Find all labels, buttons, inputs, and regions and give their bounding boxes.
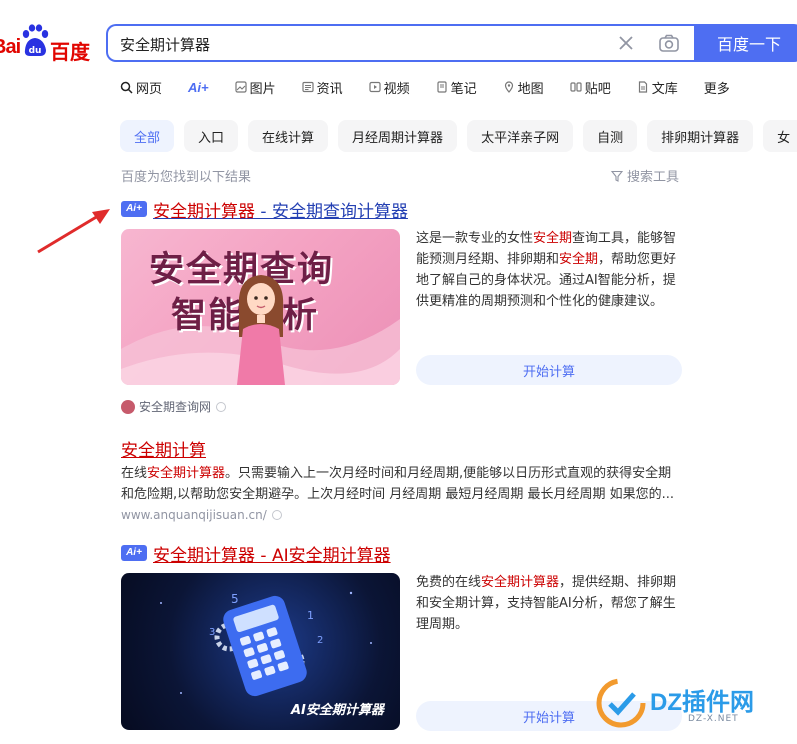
desc-text: 这是一款专业的女性 bbox=[416, 231, 534, 246]
chip-entry[interactable]: 入口 bbox=[184, 120, 239, 152]
start-calc-button-1[interactable]: 开始计算 bbox=[416, 355, 682, 385]
result-3-description: 免费的在线安全期计算器，提供经期、排卵期和安全期计算，支持智能AI分析，帮您了解… bbox=[416, 572, 682, 635]
dz-logo-icon bbox=[596, 678, 646, 728]
search-box[interactable]: 安全期计算器 bbox=[106, 24, 694, 62]
result-3-title-keyword: 安全期计算器 bbox=[153, 545, 255, 566]
results-count-text: 百度为您找到以下结果 bbox=[121, 170, 252, 185]
search-button[interactable]: 百度一下 bbox=[694, 24, 797, 62]
result-3-title-row: Ai+ 安全期计算器 - AI安全期计算器 bbox=[121, 541, 391, 566]
note-icon bbox=[437, 81, 447, 93]
search-tabs: 网页 Ai+ 图片 资讯 视频 笔记 地图 贴吧 文库 更多 bbox=[120, 77, 756, 97]
desc-text: 免费的在线 bbox=[416, 575, 482, 590]
tab-video[interactable]: 视频 bbox=[369, 77, 410, 97]
doc-icon bbox=[638, 81, 647, 93]
desc-keyword: 安全期计算器 bbox=[147, 466, 226, 481]
thumbnail-caption: AI安全期计算器 bbox=[291, 703, 384, 718]
tab-label: 视频 bbox=[383, 81, 410, 97]
verified-icon bbox=[271, 510, 282, 520]
clear-icon[interactable] bbox=[616, 33, 636, 53]
chip-pconline[interactable]: 太平洋亲子网 bbox=[467, 120, 574, 152]
chip-online-calc[interactable]: 在线计算 bbox=[248, 120, 329, 152]
svg-text:5: 5 bbox=[231, 592, 239, 606]
logo-text-left: Bai bbox=[0, 36, 21, 58]
tab-map[interactable]: 地图 bbox=[503, 77, 544, 97]
paw-icon: du bbox=[22, 24, 49, 56]
svg-text:1: 1 bbox=[307, 609, 314, 622]
tab-web[interactable]: 网页 bbox=[120, 77, 162, 97]
result-url: www.anquanqijisuan.cn/ bbox=[121, 508, 267, 522]
tab-ai[interactable]: Ai+ bbox=[188, 77, 209, 97]
chip-all[interactable]: 全部 bbox=[120, 120, 175, 152]
desc-keyword: 安全期 bbox=[559, 252, 599, 267]
image-icon bbox=[235, 81, 247, 93]
tab-label: 更多 bbox=[703, 81, 730, 97]
svg-text:du: du bbox=[29, 46, 42, 56]
girl-illustration-icon bbox=[237, 275, 285, 385]
result-2-title[interactable]: 安全期计算 bbox=[121, 436, 206, 461]
baidu-logo[interactable]: Bai du 百度 bbox=[0, 24, 102, 64]
tab-notes[interactable]: 笔记 bbox=[436, 77, 477, 97]
tab-label: 贴吧 bbox=[584, 81, 611, 97]
result-2-url[interactable]: www.anquanqijisuan.cn/ bbox=[121, 508, 282, 522]
ai-badge: Ai+ bbox=[121, 201, 147, 217]
ai-badge: Ai+ bbox=[121, 545, 147, 561]
filter-icon bbox=[611, 170, 623, 182]
tab-label: 图片 bbox=[249, 81, 276, 97]
result-1-thumbnail[interactable]: 安全期查询 智能分析 bbox=[121, 229, 400, 385]
tab-label: 笔记 bbox=[450, 81, 477, 97]
watermark-title: DZ插件网 bbox=[650, 689, 754, 716]
search-tools-button[interactable]: 搜索工具 bbox=[611, 166, 679, 185]
desc-text: 在线 bbox=[121, 466, 148, 481]
result-3-thumbnail[interactable]: 5 3 1 2 AI安全期计算器 bbox=[121, 573, 400, 730]
video-icon bbox=[369, 81, 381, 93]
tab-images[interactable]: 图片 bbox=[235, 77, 276, 97]
tieba-icon bbox=[570, 82, 582, 92]
result-3-title-rest: - AI安全期计算器 bbox=[255, 545, 391, 566]
result-1-source[interactable]: 安全期查询网 bbox=[121, 398, 227, 415]
tab-label: 资讯 bbox=[316, 81, 343, 97]
search-tools-label: 搜索工具 bbox=[627, 170, 680, 185]
tab-label: 网页 bbox=[136, 81, 163, 97]
tab-label: 文库 bbox=[651, 81, 678, 97]
result-1-description: 这是一款专业的女性安全期查询工具，能够智能预测月经期、排卵期和安全期，帮助您更好… bbox=[416, 228, 682, 312]
tab-tieba[interactable]: 贴吧 bbox=[570, 77, 611, 97]
result-1-title-rest: - 安全期查询计算器 bbox=[255, 201, 408, 222]
tab-wenku[interactable]: 文库 bbox=[637, 77, 678, 97]
news-icon bbox=[302, 81, 314, 93]
dz-watermark: DZ插件网 DZ-X.NET bbox=[590, 672, 797, 744]
chip-self-test[interactable]: 自测 bbox=[583, 120, 638, 152]
result-3-title[interactable]: 安全期计算器 - AI安全期计算器 bbox=[153, 541, 391, 566]
logo-text-right: 百度 bbox=[50, 40, 90, 64]
camera-icon[interactable] bbox=[658, 33, 680, 53]
result-1-title-keyword: 安全期计算器 bbox=[153, 201, 255, 222]
arrow-annotation-icon bbox=[37, 209, 110, 254]
tab-label: 地图 bbox=[517, 81, 544, 97]
chip-period-calc[interactable]: 月经周期计算器 bbox=[338, 120, 458, 152]
result-1-title[interactable]: 安全期计算器 - 安全期查询计算器 bbox=[153, 197, 408, 222]
map-icon bbox=[504, 81, 513, 93]
search-input[interactable]: 安全期计算器 bbox=[120, 34, 210, 55]
svg-text:3: 3 bbox=[209, 627, 215, 638]
source-name: 安全期查询网 bbox=[139, 400, 212, 414]
result-2-description: 在线安全期计算器。只需要输入上一次月经时间和月经周期,便能够以日历形式直观的获得… bbox=[121, 463, 681, 505]
desc-keyword: 安全期计算器 bbox=[481, 575, 560, 590]
ai-icon: Ai+ bbox=[188, 79, 209, 95]
filter-chips: 全部 入口 在线计算 月经周期计算器 太平洋亲子网 自测 排卵期计算器 女 bbox=[120, 120, 797, 152]
source-avatar bbox=[121, 399, 135, 414]
watermark-subtitle: DZ-X.NET bbox=[688, 714, 739, 724]
chip-female[interactable]: 女 bbox=[763, 120, 797, 152]
desc-keyword: 安全期 bbox=[533, 231, 573, 246]
verified-icon bbox=[216, 401, 227, 412]
result-1-title-row: Ai+ 安全期计算器 - 安全期查询计算器 bbox=[121, 197, 408, 222]
tab-news[interactable]: 资讯 bbox=[302, 77, 343, 97]
search-icon bbox=[120, 81, 133, 94]
chip-ovulation-calc[interactable]: 排卵期计算器 bbox=[647, 120, 754, 152]
svg-text:2: 2 bbox=[317, 635, 323, 646]
tab-more[interactable]: 更多 bbox=[704, 77, 730, 97]
